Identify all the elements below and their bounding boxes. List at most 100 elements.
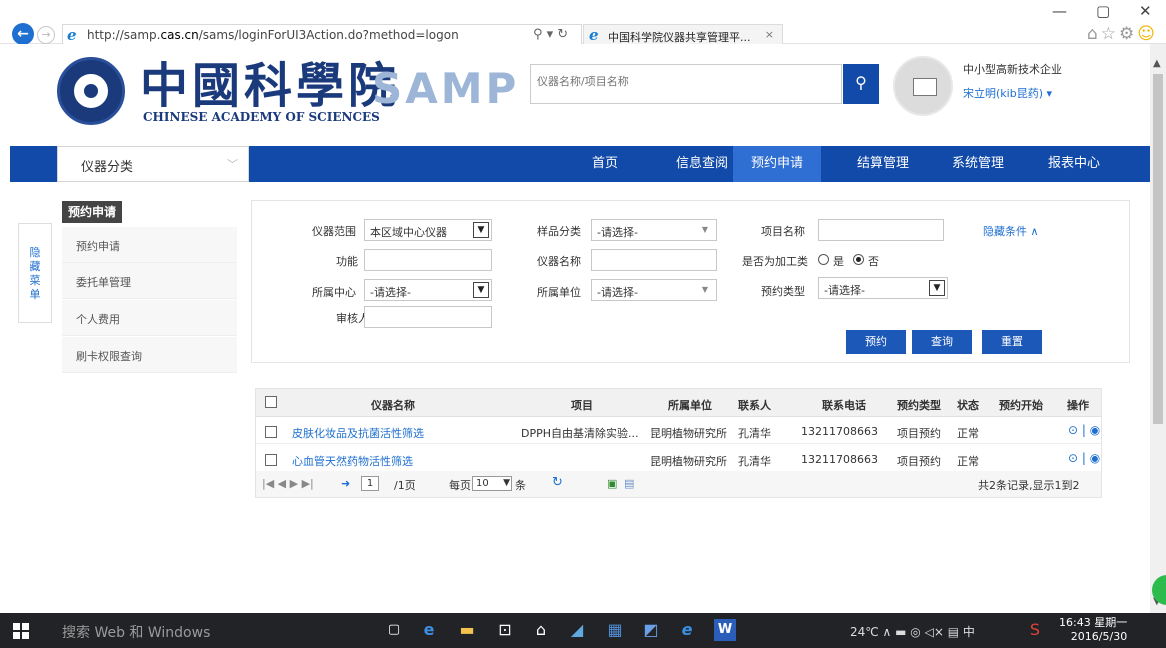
center-select[interactable]: -请选择- ▼	[364, 279, 492, 301]
cell-type: 项目预约	[897, 455, 941, 468]
select-all-checkbox[interactable]	[265, 396, 277, 408]
scope-select[interactable]: 本区域中心仪器 ▼	[364, 219, 492, 241]
nav-item-settlement[interactable]: 结算管理	[843, 146, 923, 182]
col-phone: 联系电话	[822, 399, 866, 412]
taskbar-clock[interactable]: 16:43 星期一 2016/5/30	[1059, 616, 1127, 644]
instrument-name-field[interactable]	[591, 249, 717, 271]
processing-no-radio[interactable]	[853, 254, 864, 265]
word-icon[interactable]: W	[714, 619, 736, 641]
avatar[interactable]	[893, 56, 953, 116]
processing-yes-radio[interactable]	[818, 254, 829, 265]
row-action-icons[interactable]: ⊙ | ◉	[1068, 451, 1100, 465]
vertical-scrollbar[interactable]: ▲ ▼	[1150, 44, 1166, 613]
logo-samp-text: SAMP	[372, 64, 520, 113]
main-nav: 仪器分类 ﹀ 首页 信息查阅 预约申请 结算管理 系统管理 报表中心	[10, 146, 1150, 182]
col-contact: 联系人	[738, 399, 771, 412]
row-action-icons[interactable]: ⊙ | ◉	[1068, 423, 1100, 437]
app-icon[interactable]: ◩	[640, 619, 662, 641]
home-icon[interactable]: ⌂	[1087, 24, 1101, 44]
project-name-label: 项目名称	[761, 225, 805, 238]
reserve-button[interactable]: 预约	[846, 330, 906, 354]
nav-item-system[interactable]: 系统管理	[938, 146, 1018, 182]
logo-chinese-text: 中國科學院	[140, 58, 401, 114]
edge-icon[interactable]: e	[418, 619, 440, 641]
store-icon[interactable]: ⊡	[494, 619, 516, 641]
col-instrument: 仪器名称	[371, 399, 415, 412]
scroll-up-icon[interactable]: ▲	[1153, 58, 1161, 69]
forward-arrow-icon[interactable]: →	[37, 26, 55, 44]
nav-item-info[interactable]: 信息查阅	[662, 146, 742, 182]
category-dropdown[interactable]: 仪器分类 ﹀	[57, 146, 249, 182]
home-app-icon[interactable]: ⌂	[530, 619, 552, 641]
row-checkbox[interactable]	[265, 426, 277, 438]
reset-button[interactable]: 重置	[982, 330, 1042, 354]
chevron-down-icon: ▼	[929, 280, 945, 296]
sidebar-item-fees[interactable]: 个人费用	[62, 300, 237, 336]
page-nav-icons[interactable]: |◀ ◀ ▶ ▶|	[262, 477, 314, 490]
per-page-value: 10	[476, 478, 489, 489]
task-view-icon[interactable]: ▢	[383, 619, 405, 641]
reservation-type-label: 预约类型	[761, 285, 805, 298]
query-button[interactable]: 查询	[912, 330, 972, 354]
col-ops: 操作	[1067, 399, 1089, 412]
project-name-field[interactable]	[818, 219, 944, 241]
refresh-icon[interactable]: ↻	[552, 475, 563, 490]
sidebar-item-card-permission[interactable]: 刷卡权限查询	[62, 337, 237, 373]
col-start: 预约开始	[999, 399, 1043, 412]
minimize-icon[interactable]: —	[1052, 2, 1067, 20]
user-name-dropdown[interactable]: 宋立明(kib昆药) ▾	[963, 85, 1052, 101]
page-number-field[interactable]: 1	[361, 476, 379, 491]
ie-tab-icon: e	[589, 26, 599, 44]
hide-menu-toggle[interactable]: 隐 藏 菜 单	[18, 223, 52, 323]
windows-start-icon[interactable]	[13, 623, 29, 639]
unit-select[interactable]: -请选择- ▼	[591, 279, 717, 301]
favorites-star-icon[interactable]: ☆	[1101, 24, 1119, 44]
search-refresh-icons[interactable]: ⚲ ▾ ↻	[533, 27, 568, 42]
site-search-box[interactable]	[530, 64, 842, 104]
site-search-input[interactable]	[537, 75, 827, 88]
per-page-select[interactable]: 10 ▼	[472, 476, 512, 491]
table-row: 心血管天然药物活性筛选 昆明植物研究所 孔清华 13211708663 项目预约…	[256, 445, 1101, 472]
nav-item-reports[interactable]: 报表中心	[1034, 146, 1114, 182]
scope-label: 仪器范围	[312, 225, 356, 238]
address-bar[interactable]: e http://samp.cas.cn/sams/loginForUI3Act…	[62, 24, 582, 46]
browser-tab[interactable]: e 中国科学院仪器共享管理平... ×	[583, 24, 783, 46]
gear-icon[interactable]: ⚙	[1119, 24, 1137, 44]
chevron-down-icon: ﹀	[227, 158, 238, 171]
function-field[interactable]	[364, 249, 492, 271]
instrument-link[interactable]: 心血管天然药物活性筛选	[292, 453, 517, 469]
go-page-icon[interactable]: ➜	[341, 477, 350, 490]
maximize-icon[interactable]: ▢	[1096, 2, 1110, 20]
instrument-link[interactable]: 皮肤化妆品及抗菌活性筛选	[292, 425, 517, 441]
scroll-thumb[interactable]	[1153, 74, 1163, 424]
col-status: 状态	[957, 399, 979, 412]
file-explorer-icon[interactable]: ▬	[456, 619, 478, 641]
ie-taskbar-icon[interactable]: e	[676, 619, 698, 641]
sidebar-item-orders[interactable]: 委托单管理	[62, 263, 237, 299]
smiley-feedback-icon[interactable]: ☺	[1137, 24, 1158, 44]
close-window-icon[interactable]: ✕	[1139, 2, 1152, 20]
row-checkbox[interactable]	[265, 454, 277, 466]
reservation-type-select[interactable]: -请选择- ▼	[818, 277, 948, 299]
chevron-down-icon: ▼	[503, 478, 510, 488]
browser-toolbar-icons[interactable]: ⌂☆⚙☺	[1087, 24, 1158, 44]
document-export-icon[interactable]: ▤	[624, 477, 634, 490]
sample-select[interactable]: -请选择- ▼	[591, 219, 717, 241]
center-label: 所属中心	[312, 286, 356, 299]
app-icon[interactable]: ▦	[604, 619, 626, 641]
back-arrow-icon[interactable]: ←	[12, 23, 34, 45]
excel-export-icon[interactable]: ▣	[607, 477, 617, 490]
search-icon[interactable]: ⚲	[843, 64, 879, 104]
app-icon[interactable]: ◢	[566, 619, 588, 641]
hide-conditions-link[interactable]: 隐藏条件 ∧	[983, 223, 1039, 239]
sidebar-item-reservation[interactable]: 预约申请	[62, 227, 237, 263]
sogou-input-icon[interactable]: S	[1024, 619, 1046, 641]
system-tray[interactable]: 24℃ ∧ ▬ ◎ ◁× ▤ 中	[850, 623, 975, 640]
reviewer-field[interactable]	[364, 306, 492, 328]
nav-item-reservation[interactable]: 预约申请	[733, 146, 821, 182]
per-page-label: 每页	[449, 479, 471, 492]
col-unit: 所属单位	[668, 399, 712, 412]
taskbar-search[interactable]: 搜索 Web 和 Windows	[62, 622, 210, 642]
nav-item-home[interactable]: 首页	[565, 146, 645, 182]
close-tab-icon[interactable]: ×	[765, 28, 774, 41]
